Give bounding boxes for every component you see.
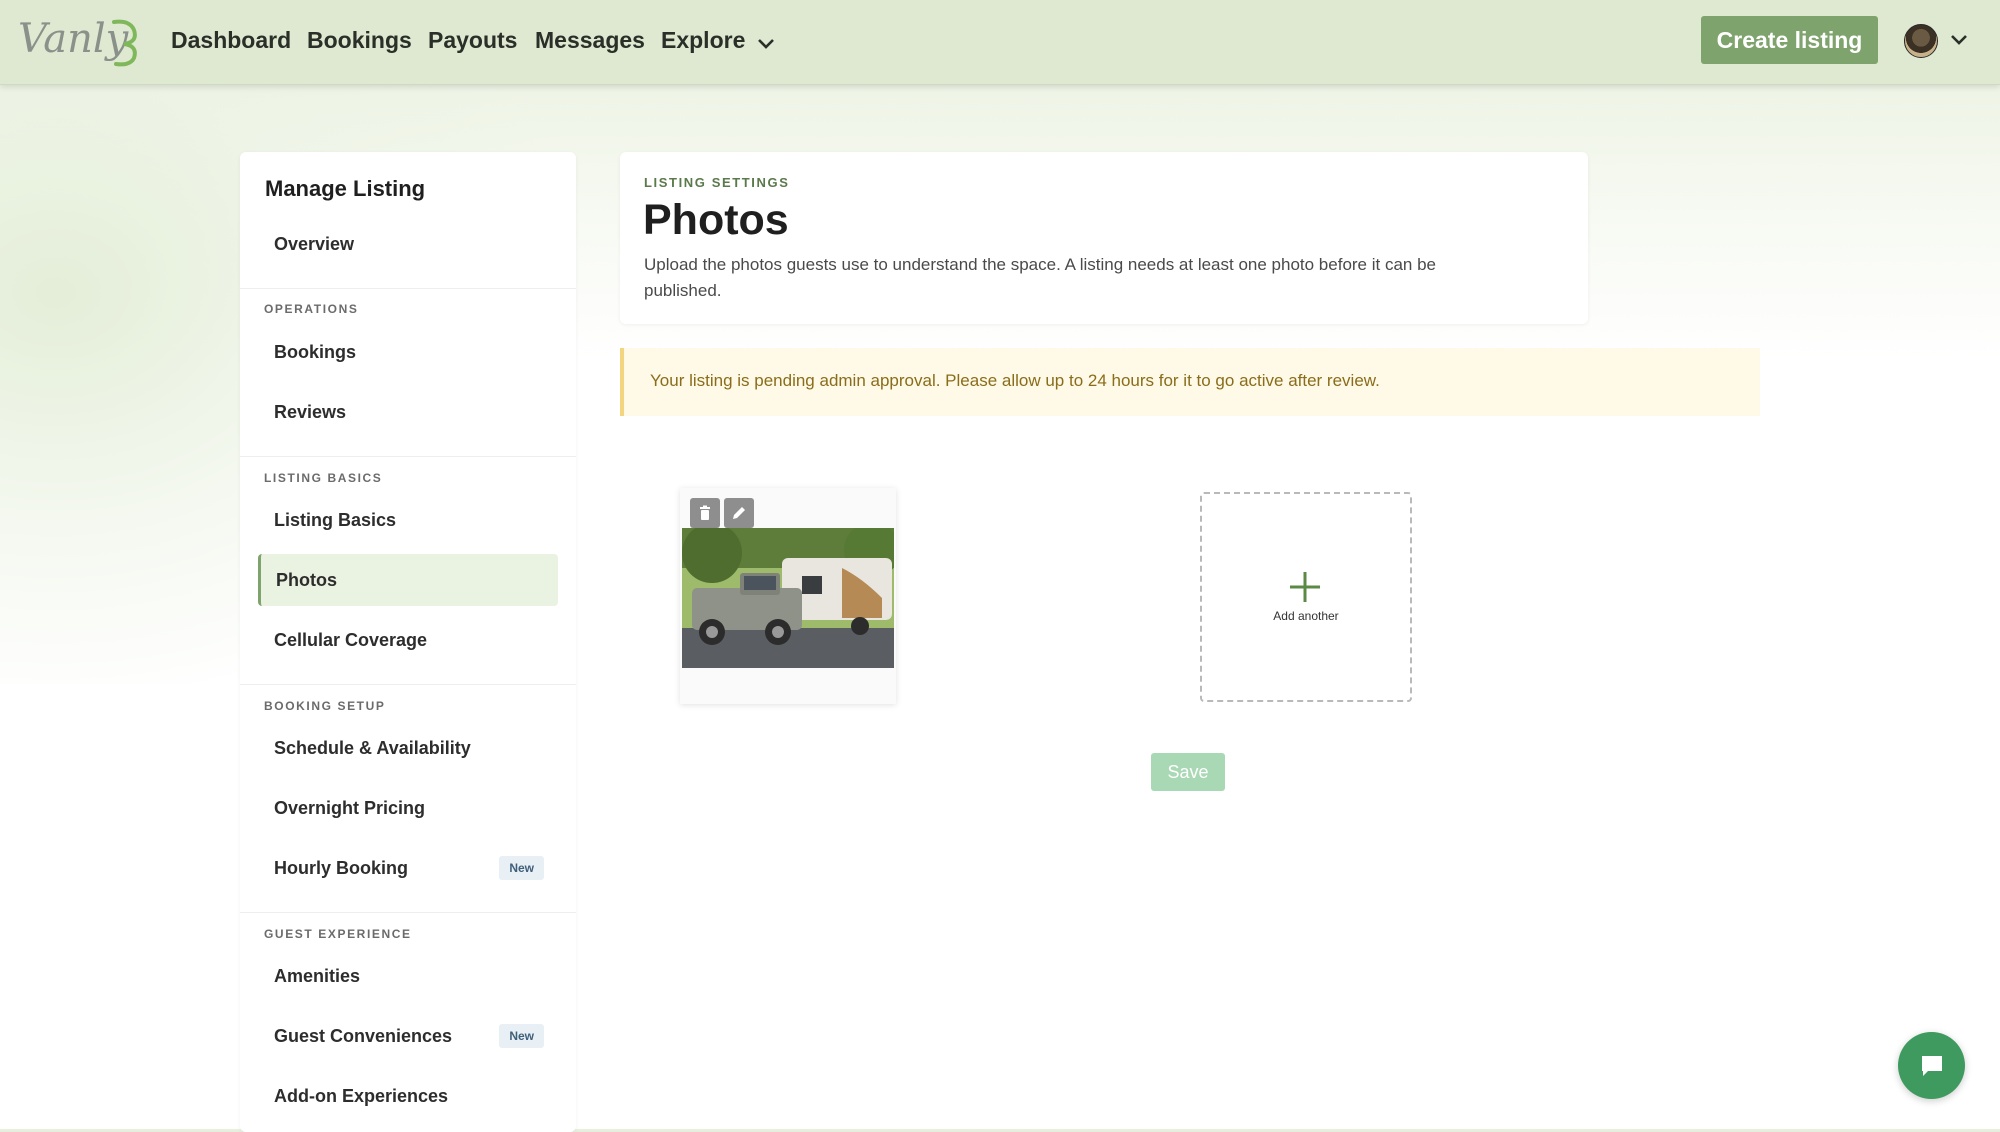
pencil-icon <box>733 507 745 519</box>
sidebar-item-label: Guest Conveniences <box>274 1026 453 1046</box>
section-listing-basics: LISTING BASICS <box>264 471 383 485</box>
page-title: Photos <box>643 196 789 244</box>
sidebar-item-listing-basics[interactable]: Listing Basics <box>258 494 558 546</box>
page-header-card: LISTING SETTINGS Photos Upload the photo… <box>620 152 1588 324</box>
add-another-label: Add another <box>1273 609 1339 623</box>
nav-bookings[interactable]: Bookings <box>307 25 412 55</box>
divider <box>240 456 576 457</box>
new-badge: New <box>499 856 544 880</box>
nav-payouts[interactable]: Payouts <box>428 25 517 55</box>
nav-explore-label: Explore <box>661 27 746 53</box>
sidebar-item-overnight-pricing[interactable]: Overnight Pricing <box>258 782 558 834</box>
sidebar-item-hourly-booking[interactable]: Hourly Booking New <box>258 842 558 894</box>
new-badge: New <box>499 1024 544 1048</box>
sidebar-item-reviews[interactable]: Reviews <box>258 386 558 438</box>
sidebar-item-cellular-coverage[interactable]: Cellular Coverage <box>258 614 558 666</box>
save-button[interactable]: Save <box>1151 753 1225 791</box>
section-booking-setup: BOOKING SETUP <box>264 699 386 713</box>
trash-icon <box>700 505 710 520</box>
sidebar-item-addon-experiences[interactable]: Add-on Experiences <box>258 1070 558 1122</box>
top-navbar: Vanly Dashboard Bookings Payouts Message… <box>0 0 2000 85</box>
section-operations: OPERATIONS <box>264 302 359 316</box>
page-description: Upload the photos guests use to understa… <box>644 255 1437 300</box>
section-guest-experience: GUEST EXPERIENCE <box>264 927 412 941</box>
create-listing-button[interactable]: Create listing <box>1701 16 1878 64</box>
sidebar-item-bookings[interactable]: Bookings <box>258 326 558 378</box>
listing-photo <box>682 528 894 668</box>
sidebar-title: Manage Listing <box>265 176 426 201</box>
sidebar-item-overview[interactable]: Overview <box>258 218 558 270</box>
manage-listing-sidebar: Manage Listing Overview OPERATIONS Booki… <box>240 152 576 1132</box>
alert-text: Your listing is pending admin approval. … <box>650 371 1380 390</box>
chat-button[interactable] <box>1898 1032 1965 1099</box>
sidebar-item-amenities[interactable]: Amenities <box>258 950 558 1002</box>
divider <box>240 684 576 685</box>
divider <box>240 288 576 289</box>
delete-photo-button[interactable] <box>690 498 720 528</box>
plus-icon <box>1290 572 1320 602</box>
nav-messages[interactable]: Messages <box>535 25 645 55</box>
sidebar-item-guest-conveniences[interactable]: Guest Conveniences New <box>258 1010 558 1062</box>
avatar[interactable] <box>1904 24 1938 58</box>
edit-photo-button[interactable] <box>724 498 754 528</box>
add-photo-tile[interactable]: Add another <box>1200 492 1412 702</box>
photo-card[interactable] <box>680 488 896 704</box>
vanly-logo[interactable]: Vanly <box>18 12 148 68</box>
divider <box>240 912 576 913</box>
pending-approval-alert: Your listing is pending admin approval. … <box>620 348 1760 416</box>
page-eyebrow: LISTING SETTINGS <box>644 175 790 190</box>
sidebar-item-photos[interactable]: Photos <box>258 554 558 606</box>
sidebar-item-label: Hourly Booking <box>274 858 408 878</box>
chevron-down-icon[interactable] <box>1950 34 1968 46</box>
chevron-down-icon <box>757 27 775 57</box>
sidebar-item-schedule[interactable]: Schedule & Availability <box>258 722 558 774</box>
chat-icon <box>1922 1056 1942 1076</box>
nav-explore[interactable]: Explore <box>661 25 775 55</box>
nav-dashboard[interactable]: Dashboard <box>171 25 291 55</box>
